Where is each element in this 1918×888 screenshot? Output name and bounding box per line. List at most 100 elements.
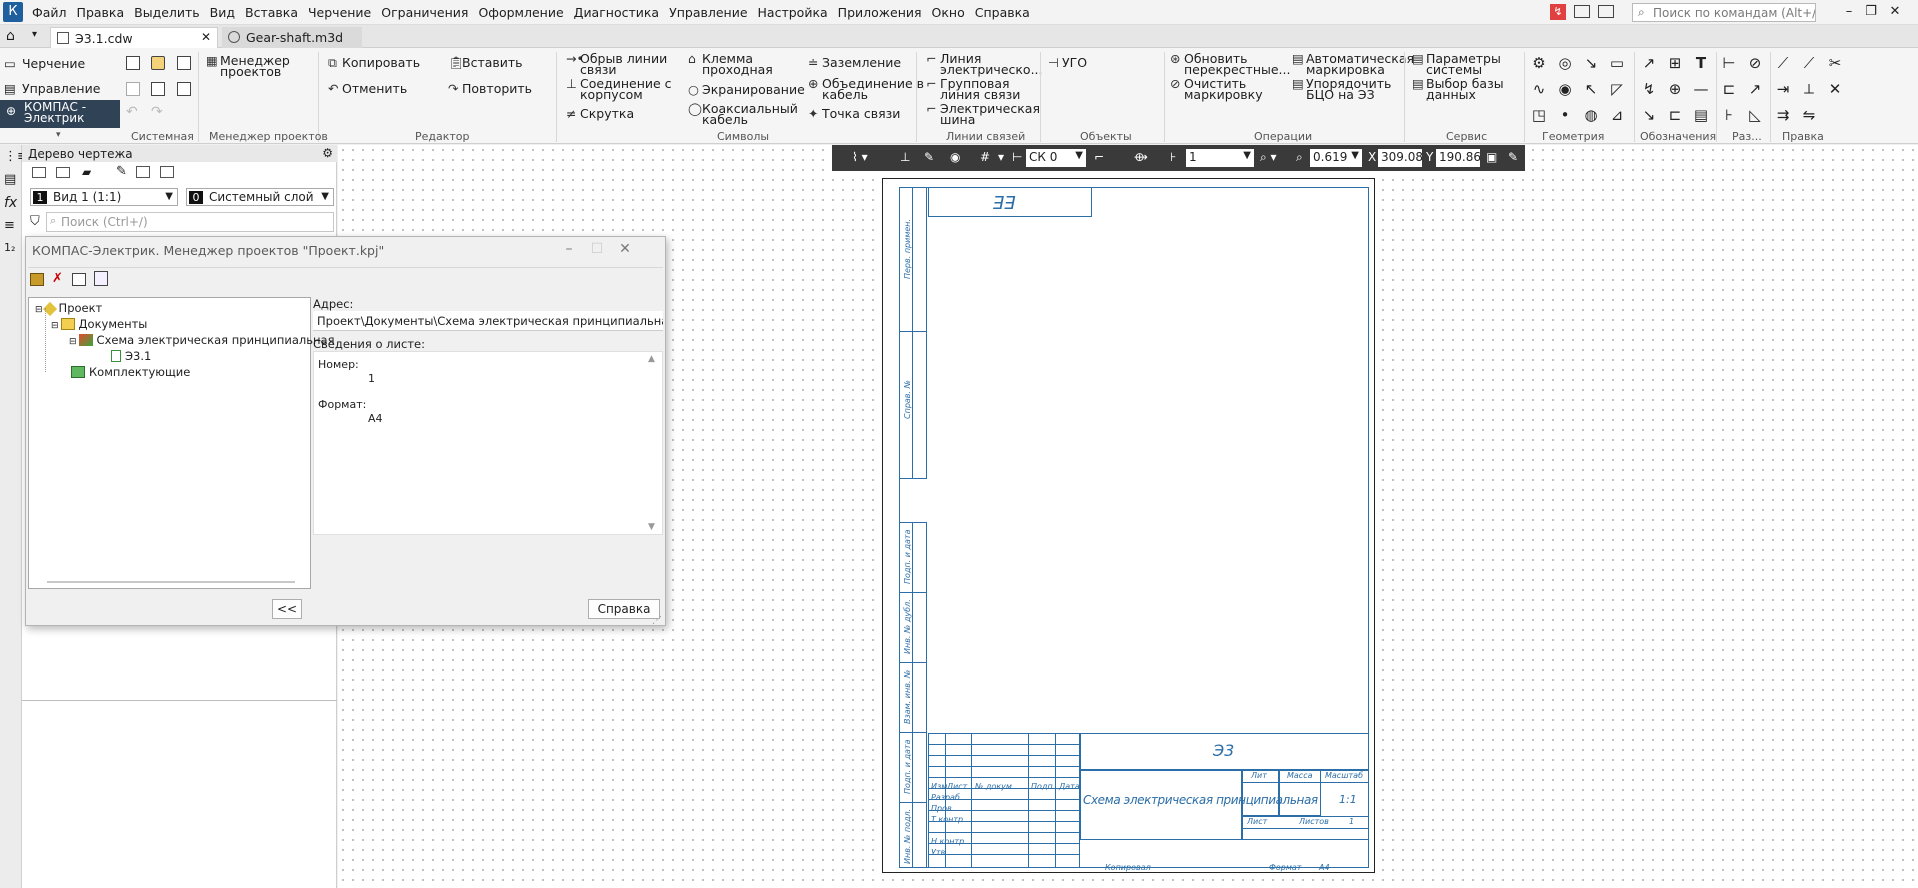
case-connection-button[interactable]: ⊥ Соединение с корпусом — [566, 77, 672, 101]
redo-button[interactable]: ↷ Повторить — [448, 82, 532, 95]
scroll-up-icon[interactable]: ▲ — [648, 354, 655, 364]
home-icon[interactable]: ⌂ — [6, 28, 15, 44]
screenshot-icon[interactable] — [1598, 5, 1614, 18]
tree-settings-icon[interactable]: ⚙ — [322, 146, 333, 160]
preview-icon[interactable] — [151, 82, 165, 96]
join-cable-button[interactable]: ⊕ Объединение в кабель — [808, 77, 924, 101]
scroll-down-icon[interactable]: ▼ — [648, 522, 655, 532]
menu-window[interactable]: Окно — [932, 5, 965, 20]
project-manager-button[interactable]: ▦ Менеджер проектов — [206, 54, 290, 78]
minimize-icon[interactable]: – — [1838, 3, 1860, 21]
update-cross-refs-button[interactable]: ⊛ Обновить перекрестные... — [1170, 52, 1290, 76]
base-tool-icon[interactable]: ⊏ — [1666, 106, 1684, 124]
tree-tool-2-icon[interactable] — [56, 167, 70, 178]
tab-gear-shaft[interactable]: Gear-shaft.m3d — [222, 27, 362, 48]
tree-tool-5-icon[interactable] — [136, 166, 150, 178]
electric-bus-button[interactable]: ⌐ Электрическая шина — [926, 102, 1040, 126]
variables-panel-icon[interactable]: fx — [4, 195, 17, 211]
undo-button[interactable]: ↶ Отменить — [328, 82, 407, 95]
extend-tool-icon[interactable]: ⇥ — [1774, 80, 1792, 98]
menu-edit[interactable]: Правка — [77, 5, 125, 20]
tree-node-sheet[interactable]: Э3.1 — [111, 349, 151, 363]
select-db-button[interactable]: ▤ Выбор базы данных — [1412, 77, 1504, 101]
step-icon[interactable]: ⌐ — [1094, 150, 1104, 164]
menu-help[interactable]: Справка — [975, 5, 1030, 20]
notification-icon[interactable]: ↯ — [1550, 4, 1566, 20]
geom-tool-icon[interactable]: ⚙ — [1530, 54, 1548, 72]
address-field[interactable]: Проект\Документы\Схема электрическая при… — [313, 311, 663, 331]
menu-diagnostics[interactable]: Диагностика — [574, 5, 659, 20]
numbering-panel-icon[interactable]: 1₂ — [4, 241, 15, 254]
step-cursor-icon[interactable]: ⊦ — [1170, 150, 1176, 164]
close-icon[interactable]: ✕ — [1884, 3, 1906, 21]
aux-line-tool-icon[interactable]: ⊿ — [1608, 106, 1626, 124]
spline-tool-icon[interactable]: ∿ — [1530, 80, 1548, 98]
rough-tool-icon[interactable]: ↘ — [1640, 106, 1658, 124]
menu-view[interactable]: Вид — [210, 5, 235, 20]
tree-tool-1-icon[interactable] — [32, 167, 46, 178]
ribbon-expand-icon[interactable]: ▾ — [56, 130, 61, 140]
visibility-icon[interactable]: ◉ — [950, 150, 960, 164]
menu-settings[interactable]: Настройка — [758, 5, 828, 20]
tree-hscrollbar[interactable] — [47, 581, 295, 583]
grid-icon[interactable]: # — [980, 150, 990, 164]
auto-marking-button[interactable]: ▤ Автоматическая маркировка — [1292, 52, 1414, 76]
terminal-button[interactable]: ⌂ Клемма проходная — [688, 52, 773, 76]
y-coordinate[interactable]: 190.864 — [1436, 149, 1480, 167]
open-project-icon[interactable] — [30, 273, 44, 286]
cs-icon[interactable]: ⊢ — [1012, 150, 1022, 164]
save-icon[interactable] — [177, 56, 191, 70]
collapse-button[interactable]: << — [272, 599, 302, 619]
delete-project-icon[interactable]: ✗ — [52, 271, 63, 286]
delete-part-icon[interactable]: ✕ — [1826, 80, 1844, 98]
ground-button[interactable]: ≐ Заземление — [808, 56, 901, 69]
dim-height-icon[interactable]: ⊦ — [1720, 106, 1738, 124]
circle-tool-icon[interactable]: ◎ — [1556, 54, 1574, 72]
point-tool-icon[interactable]: • — [1556, 106, 1574, 124]
group-line-button[interactable]: ⌐ Групповая линия связи — [926, 77, 1020, 101]
restore-icon[interactable]: ❐ — [1860, 3, 1882, 21]
dim-angle-icon[interactable]: ⊏ — [1720, 80, 1738, 98]
segment-tool-icon[interactable]: ↖ — [1582, 80, 1600, 98]
hatch-tool-icon[interactable]: ◍ — [1582, 106, 1600, 124]
zoom-menu-icon[interactable]: ⌕ ▾ — [1260, 150, 1277, 165]
open-doc-icon[interactable] — [151, 56, 165, 70]
layer-select[interactable]: 0 Системный слой ▼ — [186, 188, 334, 206]
polyline-tool-icon[interactable]: ◸ — [1608, 80, 1626, 98]
grid-dropdown-icon[interactable]: ▾ — [998, 150, 1004, 164]
offset-tool-icon[interactable]: ◳ — [1530, 106, 1548, 124]
close-tab-icon[interactable]: ✕ — [201, 30, 211, 44]
cursor-icon[interactable]: ▣ — [1486, 150, 1497, 164]
paste-button[interactable]: 📋︎Вставить — [448, 56, 523, 69]
menu-design[interactable]: Оформление — [478, 5, 563, 20]
magnet-icon[interactable]: ⟴ — [1134, 150, 1148, 164]
lightning-tool-icon[interactable]: ↯ — [1640, 80, 1658, 98]
ruler-icon[interactable]: ✎ — [924, 150, 934, 164]
tabs-dropdown-icon[interactable]: ▾ — [32, 29, 37, 40]
menu-constraints[interactable]: Ограничения — [381, 5, 468, 20]
coax-cable-button[interactable]: ◯Коаксиальный кабель — [688, 102, 798, 126]
scissors-tool-icon[interactable]: ✂ — [1826, 54, 1844, 72]
mirror-tool-icon[interactable]: ⇋ — [1800, 106, 1818, 124]
app-logo-icon[interactable]: К — [3, 2, 23, 22]
tree-node-documents[interactable]: ⊟ Документы — [51, 317, 147, 331]
center-mark-tool-icon[interactable]: ⊕ — [1666, 80, 1684, 98]
view-select[interactable]: 1 Вид 1 (1:1) ▼ — [30, 188, 178, 206]
menu-drawing[interactable]: Черчение — [308, 5, 371, 20]
leader-tool-icon[interactable]: ↗ — [1640, 54, 1658, 72]
ellipse-tool-icon[interactable]: ◉ — [1556, 80, 1574, 98]
copy-button[interactable]: ⧉ Копировать — [328, 56, 420, 69]
menu-apps[interactable]: Приложения — [838, 5, 922, 20]
mode-drawing[interactable]: ▭ Черчение — [4, 56, 85, 71]
ortho-icon[interactable]: ⊥ — [900, 150, 910, 164]
order-bco-button[interactable]: ▤ Упорядочить БЦО на ЭЗ — [1292, 77, 1391, 101]
tree-tool-6-icon[interactable] — [160, 166, 174, 178]
resize-grip-icon[interactable]: ⋰ — [652, 615, 662, 626]
list-panel-icon[interactable]: ≡ — [4, 218, 15, 233]
zoom-icon[interactable]: ⌕ — [1296, 150, 1303, 165]
tree-search-input[interactable]: ⌕ Поиск (Ctrl+/) — [46, 212, 334, 232]
move-tool-icon[interactable]: ⟋ — [1774, 54, 1792, 72]
snap-menu-icon[interactable]: ⌇ ▾ — [852, 150, 868, 164]
clear-marking-button[interactable]: ⊘ Очистить маркировку — [1170, 77, 1263, 101]
tab-e3-cdw[interactable]: Э3.1.cdw ✕ — [50, 27, 218, 48]
